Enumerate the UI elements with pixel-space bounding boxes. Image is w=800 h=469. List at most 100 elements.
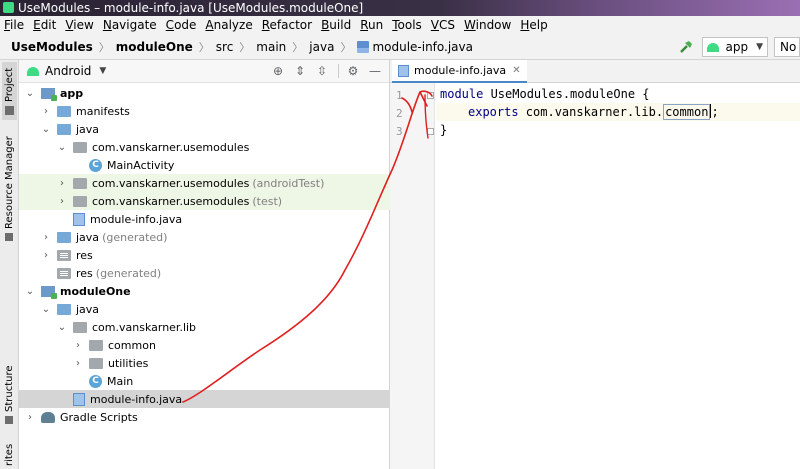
locate-file-icon[interactable]: ⊕ (270, 63, 286, 79)
tool-tab-favorites[interactable]: rites (2, 440, 17, 469)
tree-item-res-generated[interactable]: res (generated) (19, 264, 390, 282)
chevron-down-icon[interactable]: ▼ (99, 66, 106, 76)
tree-item-module-info-moduleone[interactable]: module-info.java (19, 390, 390, 408)
package-icon (89, 339, 103, 351)
tree-item-label: res (76, 248, 93, 262)
java-file-icon (73, 212, 85, 226)
tree-item-main[interactable]: C Main (19, 372, 390, 390)
tree-item-label: java (76, 122, 100, 136)
collapse-all-icon[interactable]: ⇳ (314, 63, 330, 79)
breadcrumb-src[interactable]: src (216, 40, 234, 54)
breadcrumb-file[interactable]: module-info.java (372, 40, 473, 54)
breadcrumb-project[interactable]: UseModules (11, 40, 93, 54)
class-icon: C (89, 374, 102, 388)
chevron-right-icon[interactable]: › (73, 340, 83, 351)
fold-marker-icon[interactable] (427, 128, 434, 135)
breadcrumb-java[interactable]: java (309, 40, 334, 54)
module-folder-icon (41, 87, 57, 101)
chevron-down-icon[interactable]: ⌄ (57, 142, 67, 153)
chevron-right-icon[interactable]: › (57, 178, 67, 189)
tree-item-java[interactable]: ⌄ java (19, 300, 390, 318)
run-configuration-select[interactable]: app ▼ (702, 37, 768, 57)
tree-item-suffix: (test) (252, 194, 283, 208)
menu-run[interactable]: Run (360, 18, 383, 32)
tree-item-module-info-app[interactable]: module-info.java (19, 210, 390, 228)
code-reference: common (663, 104, 711, 120)
code-line: } (436, 121, 800, 139)
tree-item-label: module-info.java (90, 392, 183, 406)
tree-item-package[interactable]: ⌄ com.vanskarner.usemodules (19, 138, 390, 156)
breadcrumb-module[interactable]: moduleOne (116, 40, 193, 54)
breadcrumb-main[interactable]: main (256, 40, 286, 54)
chevron-right-icon[interactable]: › (25, 412, 35, 423)
chevron-down-icon[interactable]: ⌄ (41, 304, 51, 315)
tree-item-manifests[interactable]: › manifests (19, 102, 390, 120)
chevron-right-icon[interactable]: › (41, 250, 51, 261)
window-title: UseModules – module-info.java [UseModule… (18, 1, 364, 15)
menu-code[interactable]: Code (166, 18, 197, 32)
tool-tab-project[interactable]: Project (2, 62, 17, 120)
menu-vcs[interactable]: VCS (431, 18, 455, 32)
tree-item-java-generated[interactable]: › java (generated) (19, 228, 390, 246)
fold-marker-icon[interactable] (427, 92, 434, 99)
tool-tab-resource-manager[interactable]: Resource Manager (2, 134, 17, 244)
tree-item-utilities[interactable]: › utilities (19, 354, 390, 372)
chevron-right-icon[interactable]: › (41, 232, 51, 243)
resource-folder-icon (57, 249, 71, 261)
chevron-down-icon[interactable]: ⌄ (57, 322, 67, 333)
tree-item-label: common (108, 338, 156, 352)
tree-item-package-test[interactable]: › com.vanskarner.usemodules (test) (19, 192, 390, 210)
chevron-down-icon: ▼ (756, 42, 763, 52)
code-keyword: exports (468, 105, 519, 119)
tab-module-info[interactable]: module-info.java ✕ (392, 60, 527, 83)
code-line: module UseModules.moduleOne { (436, 85, 800, 103)
chevron-right-icon[interactable]: › (57, 196, 67, 207)
tool-tab-structure[interactable]: Structure (2, 360, 17, 430)
java-file-icon (357, 40, 370, 53)
tree-item-moduleone[interactable]: ⌄ moduleOne (19, 282, 390, 300)
code-area[interactable]: module UseModules.moduleOne { exports co… (436, 83, 800, 469)
gear-icon[interactable]: ⚙ (345, 63, 361, 79)
menu-navigate[interactable]: Navigate (103, 18, 157, 32)
tree-item-label: res (76, 266, 93, 280)
minimize-icon[interactable]: — (367, 63, 383, 79)
java-file-icon (398, 64, 409, 77)
chevron-down-icon[interactable]: ⌄ (41, 124, 51, 135)
toolbar-divider (338, 64, 339, 78)
close-icon[interactable]: ✕ (512, 65, 520, 76)
android-icon (27, 66, 39, 76)
menu-tools[interactable]: Tools (392, 18, 422, 32)
run-toolbar: app ▼ No (678, 37, 800, 57)
menu-view[interactable]: View (65, 18, 93, 32)
menu-file[interactable]: File (4, 18, 24, 32)
menu-window[interactable]: Window (464, 18, 511, 32)
breadcrumb-separator-icon: 〉 (292, 40, 304, 54)
java-file-icon (73, 392, 85, 406)
device-select[interactable]: No (774, 37, 800, 57)
expand-all-icon[interactable]: ⇕ (292, 63, 308, 79)
hammer-icon[interactable] (678, 39, 694, 55)
project-panel-header: Android ▼ ⊕ ⇕ ⇳ ⚙ — (19, 60, 389, 83)
generated-folder-icon (57, 231, 71, 243)
line-number: 2 (396, 107, 403, 120)
menu-refactor[interactable]: Refactor (262, 18, 312, 32)
folder-icon (57, 303, 71, 315)
tree-item-common[interactable]: › common (19, 336, 390, 354)
chevron-right-icon[interactable]: › (73, 358, 83, 369)
menu-help[interactable]: Help (520, 18, 547, 32)
tree-item-package-lib[interactable]: ⌄ com.vanskarner.lib (19, 318, 390, 336)
chevron-down-icon[interactable]: ⌄ (25, 286, 35, 297)
project-view-select[interactable]: Android (45, 64, 91, 78)
tree-item-app[interactable]: ⌄ app (19, 84, 390, 102)
chevron-down-icon[interactable]: ⌄ (25, 88, 35, 99)
menu-edit[interactable]: Edit (33, 18, 56, 32)
tree-item-res[interactable]: › res (19, 246, 390, 264)
menu-build[interactable]: Build (321, 18, 351, 32)
package-icon (73, 321, 87, 333)
tree-item-java[interactable]: ⌄ java (19, 120, 390, 138)
tree-item-gradle-scripts[interactable]: › Gradle Scripts (19, 408, 390, 426)
tree-item-mainactivity[interactable]: C MainActivity (19, 156, 390, 174)
menu-analyze[interactable]: Analyze (205, 18, 252, 32)
tree-item-package-androidtest[interactable]: › com.vanskarner.usemodules (androidTest… (19, 174, 390, 192)
chevron-right-icon[interactable]: › (41, 106, 51, 117)
